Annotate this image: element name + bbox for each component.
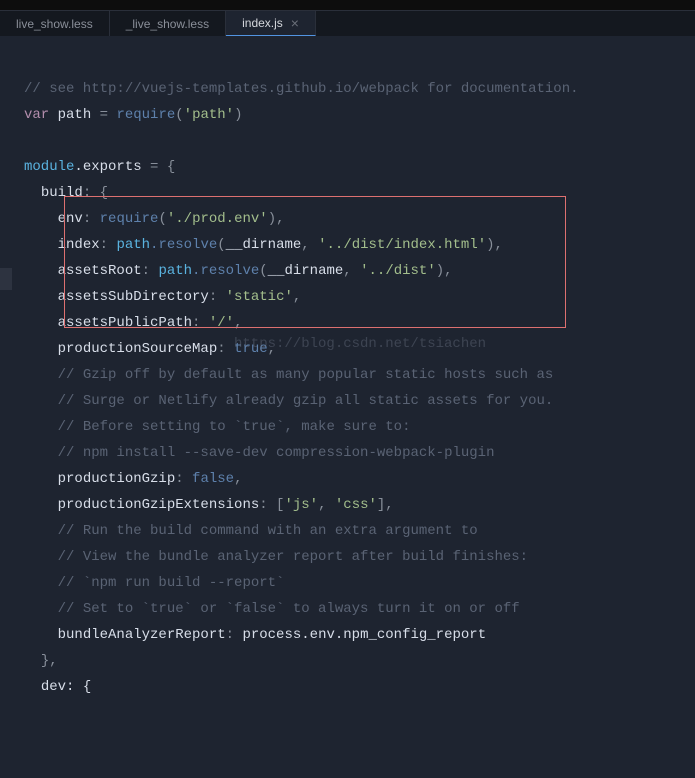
- tab-live-show[interactable]: live_show.less: [0, 11, 110, 36]
- comment: // see http://vuejs-templates.github.io/…: [24, 81, 579, 97]
- comment: // npm install --save-dev compression-we…: [58, 445, 495, 461]
- tab-live-show-2[interactable]: _live_show.less: [110, 11, 226, 36]
- ident: __dirname: [226, 237, 302, 253]
- str: 'css': [335, 497, 377, 513]
- key: build: [41, 185, 83, 201]
- ident: path: [58, 107, 92, 123]
- paren: ): [234, 107, 242, 123]
- key: assetsRoot: [58, 263, 142, 279]
- str: 'path': [184, 107, 234, 123]
- ident: .exports: [74, 159, 141, 175]
- str: './prod.env': [167, 211, 268, 227]
- str: 'js': [284, 497, 318, 513]
- key: env: [58, 211, 83, 227]
- method: .resolve: [150, 237, 217, 253]
- code-content[interactable]: // see http://vuejs-templates.github.io/…: [20, 36, 579, 646]
- str: '../dist/index.html': [318, 237, 486, 253]
- fn: require: [116, 107, 175, 123]
- tab-label: index.js: [242, 16, 283, 30]
- comment: // Set to `true` or `false` to always tu…: [58, 601, 520, 617]
- comment: // `npm run build --report`: [58, 575, 285, 591]
- code-editor[interactable]: // see http://vuejs-templates.github.io/…: [0, 36, 695, 646]
- gutter: [0, 36, 20, 646]
- ident: process.env.npm_config_report: [242, 627, 486, 643]
- comment: // Run the build command with an extra a…: [58, 523, 478, 539]
- obj: path: [158, 263, 192, 279]
- tab-label: _live_show.less: [126, 17, 209, 31]
- str: 'static': [226, 289, 293, 305]
- key: assetsPublicPath: [58, 315, 192, 331]
- bool: false: [192, 471, 234, 487]
- kw: var: [24, 107, 49, 123]
- key: assetsSubDirectory: [58, 289, 209, 305]
- obj: path: [116, 237, 150, 253]
- bool: true: [234, 341, 268, 357]
- ident: module: [24, 159, 74, 175]
- ident: __dirname: [268, 263, 344, 279]
- key: dev: {: [41, 679, 91, 695]
- comment: // View the bundle analyzer report after…: [58, 549, 528, 565]
- fn: require: [100, 211, 159, 227]
- tab-bar: live_show.less _live_show.less index.js …: [0, 10, 695, 36]
- key: index: [58, 237, 100, 253]
- punct: = {: [142, 159, 176, 175]
- punct: : {: [83, 185, 108, 201]
- tab-index-js[interactable]: index.js ×: [226, 11, 316, 36]
- str: '/': [209, 315, 234, 331]
- punct: },: [41, 653, 58, 669]
- paren: (: [175, 107, 183, 123]
- close-icon[interactable]: ×: [291, 16, 299, 30]
- punct: =: [91, 107, 116, 123]
- str: '../dist': [360, 263, 436, 279]
- key: productionGzip: [58, 471, 176, 487]
- method: .resolve: [192, 263, 259, 279]
- comment: // Surge or Netlify already gzip all sta…: [58, 393, 554, 409]
- comment: // Gzip off by default as many popular s…: [58, 367, 554, 383]
- comment: // Before setting to `true`, make sure t…: [58, 419, 411, 435]
- key: productionSourceMap: [58, 341, 218, 357]
- menubar: [0, 0, 695, 10]
- tab-label: live_show.less: [16, 17, 93, 31]
- key: bundleAnalyzerReport: [58, 627, 226, 643]
- active-line-marker: [0, 268, 12, 290]
- key: productionGzipExtensions: [58, 497, 260, 513]
